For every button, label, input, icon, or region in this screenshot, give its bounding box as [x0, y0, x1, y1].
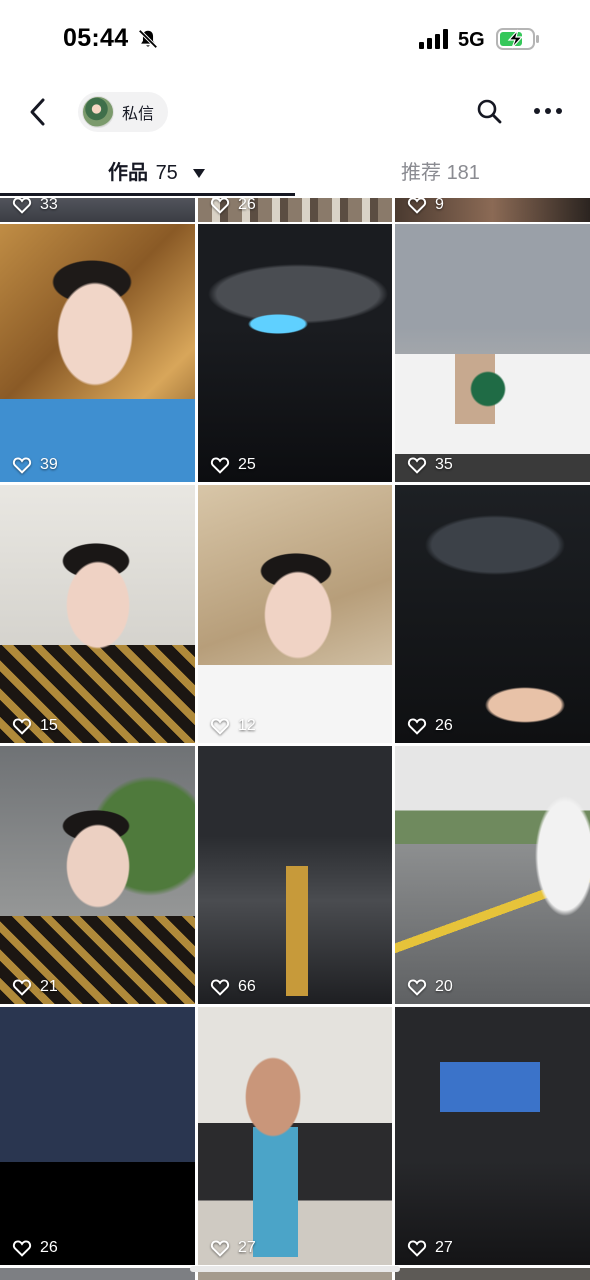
dm-button[interactable]: 私信	[78, 92, 169, 132]
video-tile[interactable]: 66	[198, 746, 392, 1004]
caret-down-icon	[193, 169, 206, 179]
like-count: 26	[407, 717, 453, 735]
video-tile[interactable]: 25	[198, 224, 392, 482]
video-tile[interactable]: 33	[0, 198, 195, 222]
like-count: 27	[210, 1239, 256, 1257]
heart-icon	[12, 457, 32, 474]
more-dots-icon[interactable]	[532, 100, 564, 122]
like-count: 27	[407, 1239, 453, 1257]
heart-icon	[407, 718, 427, 735]
avatar	[82, 96, 114, 128]
video-tile[interactable]: 39	[0, 224, 195, 482]
video-tile[interactable]: 26	[395, 485, 590, 743]
like-count-value: 26	[435, 717, 453, 734]
like-count-value: 21	[40, 978, 58, 995]
like-count: 33	[12, 198, 58, 214]
like-count-value: 26	[40, 1239, 58, 1256]
bell-muted-icon	[138, 29, 158, 49]
heart-icon	[210, 457, 230, 474]
like-count: 66	[210, 978, 256, 996]
like-count-value: 27	[435, 1239, 453, 1256]
like-count-value: 26	[238, 198, 256, 213]
signal-icon	[419, 29, 448, 49]
network-label: 5G	[458, 29, 485, 51]
heart-icon	[12, 979, 32, 996]
heart-icon	[210, 718, 230, 735]
like-count-value: 9	[435, 198, 444, 213]
video-tile[interactable]: 27	[395, 1007, 590, 1265]
video-tile[interactable]: 20	[395, 746, 590, 1004]
like-count-value: 66	[238, 978, 256, 995]
video-tile[interactable]: 27	[198, 1007, 392, 1265]
heart-icon	[12, 718, 32, 735]
dm-label: 私信	[122, 106, 155, 123]
like-count: 26	[12, 1239, 58, 1257]
like-count: 12	[210, 717, 256, 735]
nav-bar: 私信	[0, 88, 590, 136]
like-count-value: 33	[40, 198, 58, 213]
active-tab-indicator	[0, 193, 295, 196]
video-tile[interactable]: 15	[0, 485, 195, 743]
profile-tabs: 作品 75 推荐 181	[0, 146, 590, 196]
heart-icon	[210, 979, 230, 996]
like-count: 9	[407, 198, 444, 214]
video-tile-partial[interactable]	[395, 1268, 590, 1280]
video-tile-partial[interactable]	[0, 1268, 195, 1280]
like-count-value: 20	[435, 978, 453, 995]
heart-icon	[210, 198, 230, 214]
like-count: 39	[12, 456, 58, 474]
tab-works-label: 作品	[108, 162, 148, 184]
like-count: 15	[12, 717, 58, 735]
like-count: 20	[407, 978, 453, 996]
like-count-value: 12	[238, 717, 256, 734]
heart-icon	[210, 1240, 230, 1257]
battery-charging-icon	[496, 28, 539, 50]
video-tile[interactable]: 26	[198, 198, 392, 222]
like-count: 26	[210, 198, 256, 214]
video-tile[interactable]: 21	[0, 746, 195, 1004]
chevron-left-icon[interactable]	[26, 96, 50, 128]
tab-recommend-count: 181	[446, 162, 480, 184]
heart-icon	[407, 979, 427, 996]
video-tile[interactable]: 12	[198, 485, 392, 743]
like-count: 25	[210, 456, 256, 474]
heart-icon	[12, 1240, 32, 1257]
tab-recommend-label: 推荐	[401, 162, 441, 184]
video-tile[interactable]: 26	[0, 1007, 195, 1265]
search-icon[interactable]	[476, 98, 502, 124]
tab-works-count: 75	[155, 162, 178, 184]
status-bar: 05:44 5G	[0, 0, 590, 80]
like-count-value: 15	[40, 717, 58, 734]
like-count-value: 27	[238, 1239, 256, 1256]
heart-icon	[407, 198, 427, 214]
video-tile[interactable]: 9	[395, 198, 590, 222]
heart-icon	[12, 198, 32, 214]
heart-icon	[407, 1240, 427, 1257]
like-count-value: 35	[435, 456, 453, 473]
like-count-value: 25	[238, 456, 256, 473]
home-indicator[interactable]	[190, 1266, 400, 1272]
like-count-value: 39	[40, 456, 58, 473]
like-count: 35	[407, 456, 453, 474]
like-count: 21	[12, 978, 58, 996]
video-tile[interactable]: 35	[395, 224, 590, 482]
video-grid: 33 26 9 39 25 35 15 12 26 21 66 20 26 27…	[0, 198, 590, 1280]
tab-recommend[interactable]: 推荐 181	[401, 156, 480, 185]
heart-icon	[407, 457, 427, 474]
status-time: 05:44	[63, 24, 129, 52]
tab-works[interactable]: 作品 75	[108, 156, 206, 185]
